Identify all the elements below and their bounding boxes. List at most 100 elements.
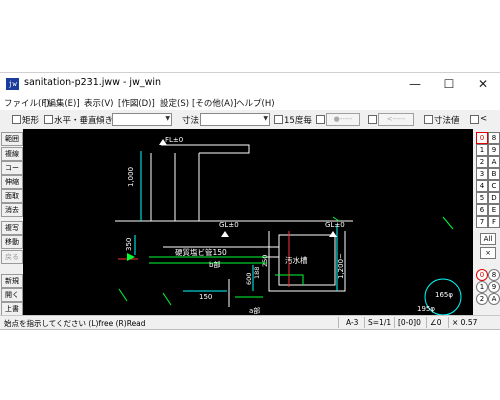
tool-open[interactable]: 開く <box>1 288 23 302</box>
hatch <box>118 288 128 302</box>
status-message: 始点を指示してください (L)free (R)Read <box>4 319 146 328</box>
hatch <box>162 292 172 306</box>
tool-parallel[interactable]: 複線 <box>1 147 23 161</box>
lt-label: < <box>480 114 488 124</box>
menu-other[interactable]: [その他(A)] <box>192 97 237 109</box>
minimize-button[interactable]: — <box>398 73 432 95</box>
zoom-readout[interactable]: × 0.57 <box>452 318 477 327</box>
layer-readout[interactable]: [0-0]0 <box>398 318 421 327</box>
tool-options-bar: 矩形 水平・垂直 傾き ▼ 寸法 ▼ 15度毎 ●----- <----- 寸法… <box>0 111 500 127</box>
phi165-label: 165φ <box>435 291 453 299</box>
deg15-checkbox[interactable] <box>274 115 283 124</box>
layer-1[interactable]: 1 <box>476 144 488 156</box>
slab-outline <box>161 144 250 154</box>
layer-8[interactable]: 8 <box>488 132 500 144</box>
menu-edit[interactable]: [編集(E)] <box>44 97 80 109</box>
deg15-label: 15度毎 <box>284 116 312 126</box>
layer-c[interactable]: C <box>488 180 500 192</box>
tank-label: 汚水槽 <box>285 255 308 265</box>
tool-chamfer[interactable]: 面取 <box>1 189 23 203</box>
b-part-label: b部 <box>209 260 220 269</box>
rect-label: 矩形 <box>22 116 40 126</box>
layer-2[interactable]: 2 <box>476 156 488 168</box>
layer-a[interactable]: A <box>488 156 500 168</box>
dim-150-text: 150 <box>199 293 212 301</box>
group-0[interactable]: 0 <box>476 269 488 281</box>
menu-view[interactable]: 表示(V) <box>84 97 113 109</box>
menu-help[interactable]: ヘルプ(H) <box>236 97 275 109</box>
left-tool-palette: 範囲 複線 コーナー 伸縮 面取 消去 複写 移動 戻る 新規 開く 上書 <box>0 129 23 316</box>
circle-start-button[interactable]: ●----- <box>326 113 360 126</box>
phi195-label: 195φ <box>417 305 435 313</box>
menu-draw[interactable]: [作図(D)] <box>118 97 155 109</box>
status-bar: 始点を指示してください (L)free (R)Read A-3 S=1/1 [0… <box>0 315 500 329</box>
cad-drawing: FL±0 1,000 350 GL±0 GL±0 硬質塩ビ管150 b部 汚水槽… <box>115 136 462 315</box>
tool-range[interactable]: 範囲 <box>1 132 23 146</box>
drawing-canvas[interactable]: FL±0 1,000 350 GL±0 GL±0 硬質塩ビ管150 b部 汚水槽… <box>23 129 473 315</box>
layer-5[interactable]: 5 <box>476 192 488 204</box>
close-button[interactable]: ✕ <box>466 73 500 95</box>
a-part-label: a部 <box>249 306 260 315</box>
maximize-button[interactable]: ☐ <box>432 73 466 95</box>
layer-b[interactable]: B <box>488 168 500 180</box>
group-a[interactable]: A <box>488 293 500 305</box>
slope-select[interactable]: ▼ <box>112 113 172 126</box>
dim-value-checkbox[interactable] <box>424 115 433 124</box>
pipe-label: 硬質塩ビ管150 <box>175 247 227 257</box>
fl-label: FL±0 <box>165 136 183 144</box>
layer-6[interactable]: 6 <box>476 204 488 216</box>
group-1[interactable]: 1 <box>476 281 488 293</box>
layer-e[interactable]: E <box>488 204 500 216</box>
tool-copy[interactable]: 複写 <box>1 221 23 235</box>
tool-extend[interactable]: 伸縮 <box>1 175 23 189</box>
group-9[interactable]: 9 <box>488 281 500 293</box>
paper-size[interactable]: A-3 <box>346 318 358 327</box>
status-divider <box>364 317 365 328</box>
layer-all[interactable]: All <box>480 233 496 245</box>
menu-file[interactable]: ファイル(F) <box>4 97 50 109</box>
dim-1200-text: 1,200~ <box>337 253 345 279</box>
app-icon[interactable]: jw <box>6 78 19 90</box>
dim-value-label: 寸法値 <box>434 116 460 126</box>
tool-move[interactable]: 移動 <box>1 235 23 249</box>
layer-3[interactable]: 3 <box>476 168 488 180</box>
gl-right-marker <box>329 231 337 237</box>
layer-hide-all[interactable]: × <box>480 247 496 259</box>
tool-corner[interactable]: コーナー <box>1 161 23 175</box>
layer-0[interactable]: 0 <box>476 132 488 144</box>
layer-d[interactable]: D <box>488 192 500 204</box>
angle-readout[interactable]: ∠0 <box>430 318 442 327</box>
layer-f[interactable]: F <box>488 216 500 228</box>
horizontal-vertical-checkbox[interactable] <box>44 115 53 124</box>
group-2[interactable]: 2 <box>476 293 488 305</box>
rect-checkbox[interactable] <box>12 115 21 124</box>
tool-new[interactable]: 新規 <box>1 274 23 288</box>
layer-palette: 0 8 1 9 2 A 3 B 4 C 5 D 6 E 7 F All × 0 … <box>474 129 500 315</box>
dim-1000-text: 1,000 <box>127 167 135 187</box>
status-divider <box>338 317 339 328</box>
dim-350-text: 350 <box>125 238 133 251</box>
tool-overwrite[interactable]: 上書 <box>1 302 23 316</box>
window-title: sanitation-p231.jww - jw_win <box>24 77 162 88</box>
title-bar[interactable]: jw sanitation-p231.jww - jw_win — ☐ ✕ <box>0 73 500 95</box>
dimension-select[interactable]: ▼ <box>200 113 270 126</box>
arrow-checkbox[interactable] <box>368 115 377 124</box>
menu-settings[interactable]: 設定(S) <box>160 97 189 109</box>
dim-600-text: 600 <box>245 273 253 285</box>
layer-9[interactable]: 9 <box>488 144 500 156</box>
status-divider <box>448 317 449 328</box>
circle-checkbox[interactable] <box>316 115 325 124</box>
tool-undo[interactable]: 戻る <box>1 250 23 264</box>
horizontal-vertical-label: 水平・垂直 <box>54 116 97 126</box>
pipe-green <box>149 256 267 264</box>
lt-checkbox[interactable] <box>470 115 479 124</box>
status-divider <box>394 317 395 328</box>
layer-7[interactable]: 7 <box>476 216 488 228</box>
layer-4[interactable]: 4 <box>476 180 488 192</box>
tool-erase[interactable]: 消去 <box>1 203 23 217</box>
arrow-end-button[interactable]: <----- <box>378 113 414 126</box>
dimension-label: 寸法 <box>182 116 200 126</box>
scale-readout[interactable]: S=1/1 <box>368 318 391 327</box>
dim-250-text: 250 <box>261 255 269 267</box>
group-8[interactable]: 8 <box>488 269 500 281</box>
